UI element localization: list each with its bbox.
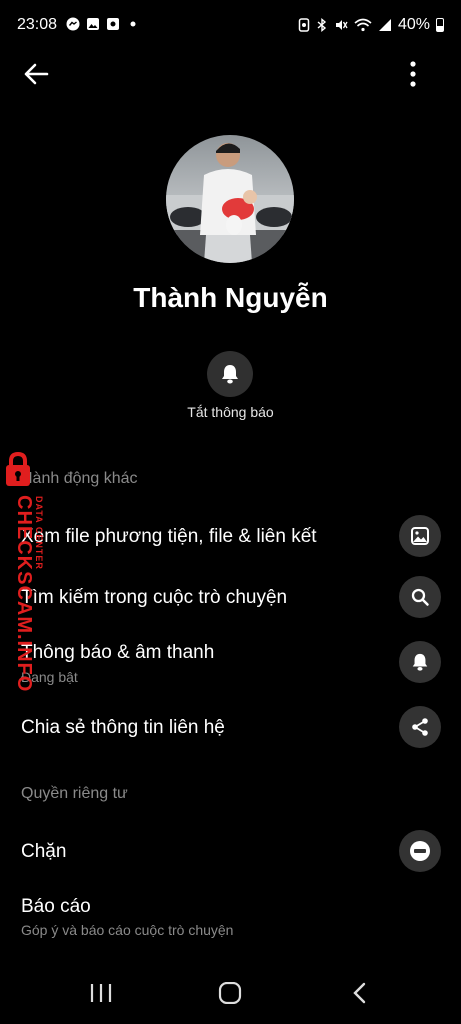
status-time: 23:08 bbox=[17, 16, 58, 33]
more-options-button[interactable] bbox=[397, 58, 429, 90]
dot-icon bbox=[130, 21, 136, 27]
back-button[interactable] bbox=[20, 58, 52, 90]
status-bar: 23:08 40% bbox=[0, 0, 461, 52]
gallery-icon bbox=[87, 18, 99, 30]
mute-notifications-button[interactable] bbox=[207, 351, 253, 397]
notifications-button[interactable] bbox=[399, 641, 441, 683]
bluetooth-icon bbox=[317, 18, 327, 32]
image-icon bbox=[411, 527, 429, 545]
section-header-privacy: Quyền riêng tư bbox=[21, 785, 128, 802]
more-vertical-icon bbox=[410, 61, 416, 87]
status-right: 40% bbox=[298, 16, 444, 34]
search-button[interactable] bbox=[399, 576, 441, 618]
bell-icon bbox=[412, 653, 428, 671]
nav-back-icon[interactable] bbox=[350, 982, 370, 1004]
lock-icon bbox=[6, 452, 30, 486]
mute-icon bbox=[335, 20, 348, 30]
battery-percent: 40% bbox=[397, 16, 430, 33]
mute-notifications-label: Tắt thông báo bbox=[187, 404, 274, 420]
row-report-subtitle: Góp ý và báo cáo cuộc trò chuyện bbox=[21, 922, 234, 938]
section-header-actions: Hành động khác bbox=[21, 470, 138, 487]
row-block-title[interactable]: Chặn bbox=[21, 841, 66, 863]
status-left-icons bbox=[66, 17, 140, 31]
signal-icon bbox=[378, 19, 391, 31]
alarm-icon bbox=[298, 18, 310, 32]
media-button[interactable] bbox=[399, 515, 441, 557]
system-navigation-bar bbox=[0, 960, 461, 1024]
watermark-text: CHECKSCAM.INFO bbox=[13, 495, 35, 693]
row-report-title[interactable]: Báo cáo bbox=[21, 896, 91, 918]
block-icon bbox=[410, 841, 430, 861]
watermark-subtext: DATA CENTER bbox=[34, 496, 44, 570]
battery-icon bbox=[436, 18, 444, 32]
recent-apps-icon[interactable] bbox=[89, 982, 113, 1004]
profile-name: Thành Nguyễn bbox=[133, 282, 328, 313]
back-arrow-icon bbox=[24, 63, 49, 85]
wifi-icon bbox=[354, 18, 372, 32]
row-share-title[interactable]: Chia sẻ thông tin liên hệ bbox=[21, 717, 225, 739]
avatar-photo bbox=[166, 135, 294, 263]
search-icon bbox=[411, 588, 429, 606]
row-notifications-title[interactable]: Thông báo & âm thanh bbox=[21, 642, 214, 664]
share-icon bbox=[412, 718, 428, 736]
block-button[interactable] bbox=[399, 830, 441, 872]
bell-icon bbox=[222, 365, 238, 384]
row-search-title[interactable]: Tìm kiếm trong cuộc trò chuyện bbox=[21, 587, 287, 609]
app-icon bbox=[107, 18, 119, 30]
home-icon[interactable] bbox=[218, 982, 242, 1004]
share-button[interactable] bbox=[399, 706, 441, 748]
avatar[interactable] bbox=[166, 135, 294, 263]
messenger-icon bbox=[66, 17, 80, 31]
row-media-title[interactable]: Xem file phương tiện, file & liên kết bbox=[21, 526, 317, 548]
